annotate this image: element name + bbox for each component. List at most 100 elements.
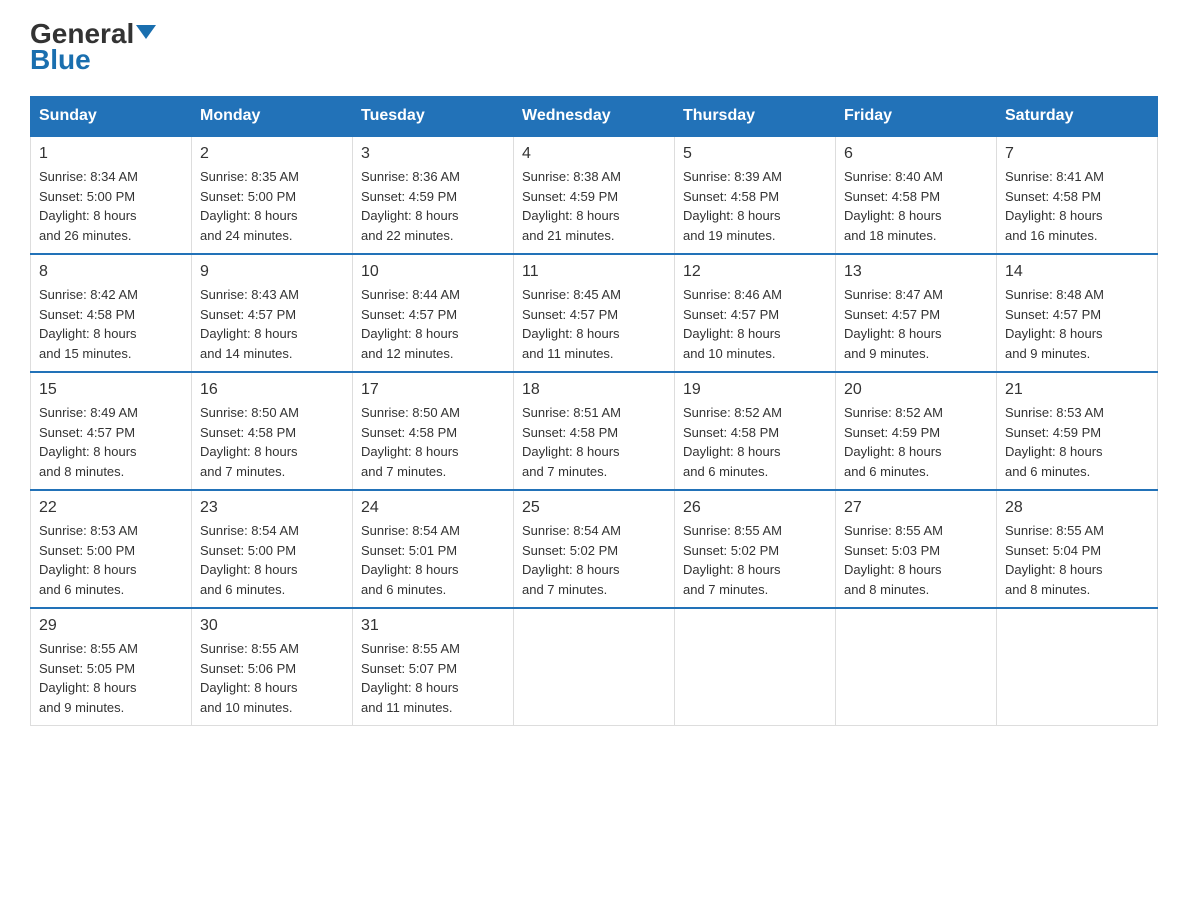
calendar-cell: 6 Sunrise: 8:40 AM Sunset: 4:58 PM Dayli… [836, 136, 997, 254]
day-info: Sunrise: 8:35 AM Sunset: 5:00 PM Dayligh… [200, 167, 344, 245]
day-number: 24 [361, 499, 505, 517]
day-number: 21 [1005, 381, 1149, 399]
calendar-cell: 24 Sunrise: 8:54 AM Sunset: 5:01 PM Dayl… [353, 490, 514, 608]
day-info: Sunrise: 8:52 AM Sunset: 4:58 PM Dayligh… [683, 403, 827, 481]
day-info: Sunrise: 8:42 AM Sunset: 4:58 PM Dayligh… [39, 285, 183, 363]
day-info: Sunrise: 8:47 AM Sunset: 4:57 PM Dayligh… [844, 285, 988, 363]
calendar-cell [675, 608, 836, 726]
day-info: Sunrise: 8:55 AM Sunset: 5:02 PM Dayligh… [683, 521, 827, 599]
day-info: Sunrise: 8:55 AM Sunset: 5:04 PM Dayligh… [1005, 521, 1149, 599]
day-info: Sunrise: 8:55 AM Sunset: 5:03 PM Dayligh… [844, 521, 988, 599]
week-row-3: 15 Sunrise: 8:49 AM Sunset: 4:57 PM Dayl… [31, 372, 1158, 490]
day-info: Sunrise: 8:39 AM Sunset: 4:58 PM Dayligh… [683, 167, 827, 245]
day-number: 9 [200, 263, 344, 281]
day-info: Sunrise: 8:53 AM Sunset: 5:00 PM Dayligh… [39, 521, 183, 599]
day-info: Sunrise: 8:36 AM Sunset: 4:59 PM Dayligh… [361, 167, 505, 245]
day-number: 12 [683, 263, 827, 281]
calendar-cell: 27 Sunrise: 8:55 AM Sunset: 5:03 PM Dayl… [836, 490, 997, 608]
calendar-header: SundayMondayTuesdayWednesdayThursdayFrid… [31, 97, 1158, 137]
calendar-cell: 10 Sunrise: 8:44 AM Sunset: 4:57 PM Dayl… [353, 254, 514, 372]
header-row: SundayMondayTuesdayWednesdayThursdayFrid… [31, 97, 1158, 137]
day-number: 30 [200, 617, 344, 635]
day-number: 10 [361, 263, 505, 281]
logo: General Blue [30, 20, 156, 76]
week-row-5: 29 Sunrise: 8:55 AM Sunset: 5:05 PM Dayl… [31, 608, 1158, 726]
day-number: 11 [522, 263, 666, 281]
day-number: 25 [522, 499, 666, 517]
header-day-friday: Friday [836, 97, 997, 137]
day-number: 7 [1005, 145, 1149, 163]
calendar-cell: 30 Sunrise: 8:55 AM Sunset: 5:06 PM Dayl… [192, 608, 353, 726]
calendar-cell: 22 Sunrise: 8:53 AM Sunset: 5:00 PM Dayl… [31, 490, 192, 608]
page-header: General Blue [30, 20, 1158, 76]
day-number: 3 [361, 145, 505, 163]
day-number: 28 [1005, 499, 1149, 517]
calendar-cell [514, 608, 675, 726]
day-number: 4 [522, 145, 666, 163]
day-info: Sunrise: 8:53 AM Sunset: 4:59 PM Dayligh… [1005, 403, 1149, 481]
calendar-cell: 8 Sunrise: 8:42 AM Sunset: 4:58 PM Dayli… [31, 254, 192, 372]
day-info: Sunrise: 8:54 AM Sunset: 5:00 PM Dayligh… [200, 521, 344, 599]
day-number: 23 [200, 499, 344, 517]
day-info: Sunrise: 8:40 AM Sunset: 4:58 PM Dayligh… [844, 167, 988, 245]
day-number: 26 [683, 499, 827, 517]
calendar-cell: 3 Sunrise: 8:36 AM Sunset: 4:59 PM Dayli… [353, 136, 514, 254]
calendar-cell: 1 Sunrise: 8:34 AM Sunset: 5:00 PM Dayli… [31, 136, 192, 254]
day-info: Sunrise: 8:41 AM Sunset: 4:58 PM Dayligh… [1005, 167, 1149, 245]
day-info: Sunrise: 8:46 AM Sunset: 4:57 PM Dayligh… [683, 285, 827, 363]
calendar-cell: 19 Sunrise: 8:52 AM Sunset: 4:58 PM Dayl… [675, 372, 836, 490]
day-number: 29 [39, 617, 183, 635]
day-info: Sunrise: 8:50 AM Sunset: 4:58 PM Dayligh… [200, 403, 344, 481]
day-number: 8 [39, 263, 183, 281]
week-row-4: 22 Sunrise: 8:53 AM Sunset: 5:00 PM Dayl… [31, 490, 1158, 608]
calendar-cell: 7 Sunrise: 8:41 AM Sunset: 4:58 PM Dayli… [997, 136, 1158, 254]
calendar-cell: 20 Sunrise: 8:52 AM Sunset: 4:59 PM Dayl… [836, 372, 997, 490]
calendar-cell: 28 Sunrise: 8:55 AM Sunset: 5:04 PM Dayl… [997, 490, 1158, 608]
header-day-wednesday: Wednesday [514, 97, 675, 137]
day-number: 19 [683, 381, 827, 399]
day-info: Sunrise: 8:55 AM Sunset: 5:07 PM Dayligh… [361, 639, 505, 717]
day-number: 16 [200, 381, 344, 399]
day-info: Sunrise: 8:44 AM Sunset: 4:57 PM Dayligh… [361, 285, 505, 363]
day-number: 17 [361, 381, 505, 399]
calendar-cell: 25 Sunrise: 8:54 AM Sunset: 5:02 PM Dayl… [514, 490, 675, 608]
day-number: 1 [39, 145, 183, 163]
header-day-tuesday: Tuesday [353, 97, 514, 137]
calendar-cell: 18 Sunrise: 8:51 AM Sunset: 4:58 PM Dayl… [514, 372, 675, 490]
logo-blue: Blue [30, 44, 91, 76]
calendar-cell [997, 608, 1158, 726]
week-row-1: 1 Sunrise: 8:34 AM Sunset: 5:00 PM Dayli… [31, 136, 1158, 254]
day-number: 18 [522, 381, 666, 399]
header-day-sunday: Sunday [31, 97, 192, 137]
day-number: 2 [200, 145, 344, 163]
day-info: Sunrise: 8:50 AM Sunset: 4:58 PM Dayligh… [361, 403, 505, 481]
calendar-cell: 4 Sunrise: 8:38 AM Sunset: 4:59 PM Dayli… [514, 136, 675, 254]
day-number: 13 [844, 263, 988, 281]
calendar-cell [836, 608, 997, 726]
week-row-2: 8 Sunrise: 8:42 AM Sunset: 4:58 PM Dayli… [31, 254, 1158, 372]
calendar-cell: 23 Sunrise: 8:54 AM Sunset: 5:00 PM Dayl… [192, 490, 353, 608]
calendar-cell: 9 Sunrise: 8:43 AM Sunset: 4:57 PM Dayli… [192, 254, 353, 372]
day-number: 14 [1005, 263, 1149, 281]
day-number: 22 [39, 499, 183, 517]
calendar-body: 1 Sunrise: 8:34 AM Sunset: 5:00 PM Dayli… [31, 136, 1158, 726]
calendar-cell: 29 Sunrise: 8:55 AM Sunset: 5:05 PM Dayl… [31, 608, 192, 726]
day-info: Sunrise: 8:49 AM Sunset: 4:57 PM Dayligh… [39, 403, 183, 481]
day-info: Sunrise: 8:38 AM Sunset: 4:59 PM Dayligh… [522, 167, 666, 245]
calendar-cell: 13 Sunrise: 8:47 AM Sunset: 4:57 PM Dayl… [836, 254, 997, 372]
header-day-monday: Monday [192, 97, 353, 137]
calendar-cell: 11 Sunrise: 8:45 AM Sunset: 4:57 PM Dayl… [514, 254, 675, 372]
calendar-cell: 21 Sunrise: 8:53 AM Sunset: 4:59 PM Dayl… [997, 372, 1158, 490]
calendar-cell: 14 Sunrise: 8:48 AM Sunset: 4:57 PM Dayl… [997, 254, 1158, 372]
calendar-table: SundayMondayTuesdayWednesdayThursdayFrid… [30, 96, 1158, 726]
day-info: Sunrise: 8:51 AM Sunset: 4:58 PM Dayligh… [522, 403, 666, 481]
calendar-cell: 31 Sunrise: 8:55 AM Sunset: 5:07 PM Dayl… [353, 608, 514, 726]
day-number: 5 [683, 145, 827, 163]
day-info: Sunrise: 8:55 AM Sunset: 5:06 PM Dayligh… [200, 639, 344, 717]
header-day-saturday: Saturday [997, 97, 1158, 137]
day-number: 6 [844, 145, 988, 163]
day-number: 31 [361, 617, 505, 635]
day-info: Sunrise: 8:34 AM Sunset: 5:00 PM Dayligh… [39, 167, 183, 245]
calendar-cell: 17 Sunrise: 8:50 AM Sunset: 4:58 PM Dayl… [353, 372, 514, 490]
calendar-cell: 16 Sunrise: 8:50 AM Sunset: 4:58 PM Dayl… [192, 372, 353, 490]
